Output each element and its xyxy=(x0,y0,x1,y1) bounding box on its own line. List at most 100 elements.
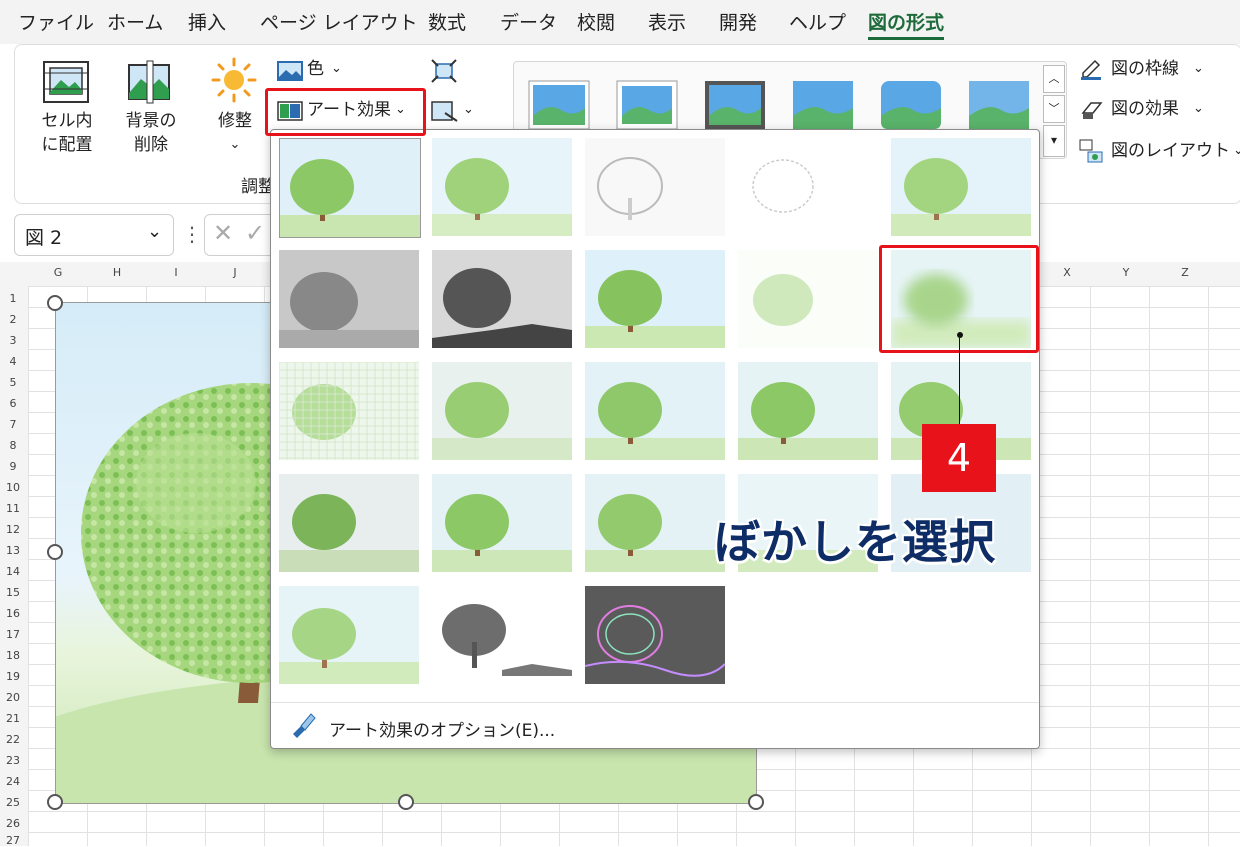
effect-none[interactable] xyxy=(279,138,421,238)
color-chevron-icon[interactable]: ⌄ xyxy=(331,57,342,81)
column-header[interactable]: H xyxy=(97,266,137,279)
row-header[interactable]: 5 xyxy=(0,376,26,389)
row-header[interactable]: 13 xyxy=(0,544,26,557)
menu-developer[interactable]: 開発 xyxy=(719,8,757,35)
menu-help[interactable]: ヘルプ xyxy=(789,8,846,35)
picture-layout-button[interactable]: 図のレイアウト xyxy=(1111,139,1230,163)
menu-page-layout[interactable]: ページ レイアウト xyxy=(260,8,418,35)
picture-border-button[interactable]: 図の枠線 xyxy=(1111,57,1179,81)
effect-paint-brush[interactable] xyxy=(585,250,725,348)
style-thumb-3[interactable] xyxy=(704,80,766,130)
column-header[interactable]: X xyxy=(1047,266,1087,279)
compress-pictures-icon[interactable] xyxy=(431,59,457,83)
row-header[interactable]: 24 xyxy=(0,775,26,788)
cancel-icon[interactable]: ✕ xyxy=(213,219,233,247)
color-icon[interactable] xyxy=(277,61,303,81)
row-header[interactable]: 7 xyxy=(0,418,26,431)
color-label[interactable]: 色 xyxy=(307,57,324,81)
menu-insert[interactable]: 挿入 xyxy=(188,8,226,35)
resize-handle-top-left[interactable] xyxy=(47,295,63,311)
gallery-more-icon[interactable]: ▾ xyxy=(1043,125,1065,157)
place-in-cell-icon[interactable] xyxy=(41,59,91,105)
row-header[interactable]: 15 xyxy=(0,586,26,599)
column-header[interactable]: G xyxy=(38,266,78,279)
resize-handle-left[interactable] xyxy=(47,544,63,560)
style-thumb-5[interactable] xyxy=(880,80,942,130)
effect-line-drawing[interactable] xyxy=(891,138,1031,236)
effect-film-grain[interactable] xyxy=(585,362,725,460)
menu-picture-format[interactable]: 図の形式 xyxy=(868,8,945,40)
menu-file[interactable]: ファイル xyxy=(18,8,94,35)
name-box[interactable]: 図 2 ⌄ xyxy=(14,214,174,256)
row-header[interactable]: 12 xyxy=(0,523,26,536)
effect-light-screen[interactable] xyxy=(279,362,419,460)
row-header[interactable]: 10 xyxy=(0,481,26,494)
gallery-scroll-up-icon[interactable]: ︿ xyxy=(1043,65,1065,93)
name-box-chevron-icon[interactable]: ⌄ xyxy=(147,221,162,242)
effect-cement[interactable] xyxy=(279,474,419,572)
enter-icon[interactable]: ✓ xyxy=(245,219,265,247)
effect-crisscross-etching[interactable] xyxy=(585,474,725,572)
effect-glow-diffused[interactable] xyxy=(738,250,878,348)
more-options-icon[interactable]: ⋮ xyxy=(182,222,202,246)
menu-formulas[interactable]: 数式 xyxy=(428,8,466,35)
remove-background-label[interactable]: 背景の 削除 xyxy=(113,109,189,157)
style-thumb-1[interactable] xyxy=(528,80,590,130)
art-effects-options-item[interactable]: アート効果のオプション(E)... xyxy=(329,716,555,741)
picture-border-chevron-icon[interactable]: ⌄ xyxy=(1193,57,1204,81)
row-header[interactable]: 19 xyxy=(0,670,26,683)
column-header[interactable]: I xyxy=(156,266,196,279)
row-header[interactable]: 20 xyxy=(0,691,26,704)
corrections-chevron-icon[interactable]: ⌄ xyxy=(205,133,265,157)
row-header[interactable]: 27 xyxy=(0,834,26,847)
effect-texturizer[interactable] xyxy=(432,474,572,572)
effect-cutout[interactable] xyxy=(279,586,419,684)
row-header[interactable]: 11 xyxy=(0,502,26,515)
menu-data[interactable]: データ xyxy=(500,8,557,35)
resize-handle-bottom-left[interactable] xyxy=(47,794,63,810)
picture-layout-icon[interactable] xyxy=(1079,139,1105,165)
change-picture-icon[interactable] xyxy=(431,101,459,123)
effect-paint-strokes[interactable] xyxy=(432,250,572,348)
resize-handle-bottom-right[interactable] xyxy=(748,794,764,810)
row-header[interactable]: 22 xyxy=(0,733,26,746)
corrections-label[interactable]: 修整 xyxy=(205,109,265,133)
remove-background-icon[interactable] xyxy=(125,59,175,105)
effect-chalk-sketch[interactable] xyxy=(279,250,419,348)
row-header[interactable]: 4 xyxy=(0,355,26,368)
row-header[interactable]: 6 xyxy=(0,397,26,410)
picture-effects-button[interactable]: 図の効果 xyxy=(1111,97,1179,121)
row-header[interactable]: 2 xyxy=(0,313,26,326)
style-thumb-2[interactable] xyxy=(616,80,678,130)
effect-pencil-grayscale[interactable] xyxy=(585,138,725,236)
effect-mosaic-bubbles[interactable] xyxy=(738,362,878,460)
row-header[interactable]: 16 xyxy=(0,607,26,620)
column-header[interactable]: Y xyxy=(1106,266,1146,279)
column-header[interactable]: J xyxy=(215,266,255,279)
picture-layout-chevron-icon[interactable]: ⌄ xyxy=(1233,139,1240,163)
effect-photocopy[interactable] xyxy=(432,586,572,684)
row-header[interactable]: 23 xyxy=(0,754,26,767)
resize-handle-bottom[interactable] xyxy=(398,794,414,810)
row-header[interactable]: 3 xyxy=(0,334,26,347)
effect-glow-edges[interactable] xyxy=(585,586,725,684)
effect-watercolor-sponge[interactable] xyxy=(432,362,572,460)
menu-view[interactable]: 表示 xyxy=(648,8,686,35)
row-header[interactable]: 17 xyxy=(0,628,26,641)
column-header[interactable]: Z xyxy=(1165,266,1205,279)
place-in-cell-label[interactable]: セル内 に配置 xyxy=(29,109,105,157)
change-picture-chevron-icon[interactable]: ⌄ xyxy=(463,98,474,122)
picture-effects-icon[interactable] xyxy=(1079,99,1103,121)
style-thumb-6[interactable] xyxy=(968,80,1030,130)
row-header[interactable]: 1 xyxy=(0,292,26,305)
style-thumb-4[interactable] xyxy=(792,80,854,130)
effect-marker[interactable] xyxy=(432,138,572,236)
select-all-corner[interactable] xyxy=(0,262,28,286)
sun-icon[interactable] xyxy=(211,57,257,103)
row-header[interactable]: 18 xyxy=(0,649,26,662)
picture-border-icon[interactable] xyxy=(1079,57,1103,81)
row-header[interactable]: 9 xyxy=(0,460,26,473)
row-header[interactable]: 25 xyxy=(0,796,26,809)
menu-review[interactable]: 校閲 xyxy=(577,8,615,35)
row-header[interactable]: 26 xyxy=(0,817,26,830)
